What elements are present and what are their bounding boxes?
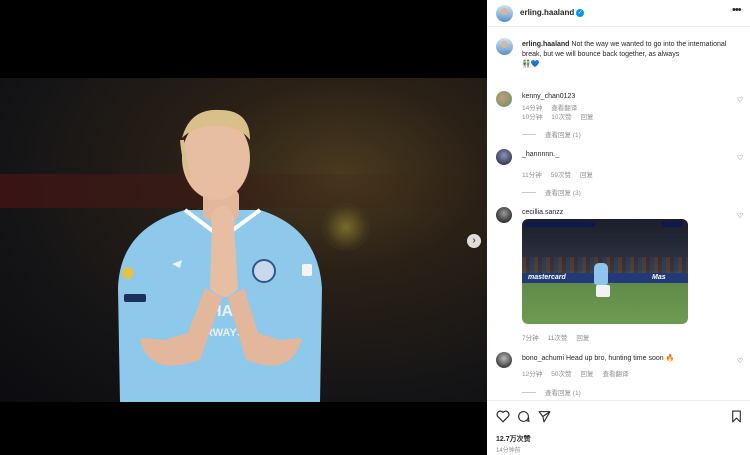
comment-likes[interactable]: 11次赞 bbox=[548, 335, 568, 342]
caption-emoji: 👬💙 bbox=[522, 61, 540, 68]
comment-username[interactable]: cecillia.sanzz bbox=[522, 209, 563, 216]
like-count[interactable]: 12.7万次赞 bbox=[496, 434, 531, 444]
view-replies-link[interactable]: 查看回复 (3) bbox=[522, 187, 581, 197]
comment-time: 11分钟 bbox=[522, 172, 542, 179]
caption-avatar[interactable] bbox=[496, 38, 513, 55]
reply-link[interactable]: 回复 bbox=[576, 335, 589, 342]
heart-icon[interactable]: ♡ bbox=[737, 212, 743, 220]
heart-icon[interactable]: ♡ bbox=[737, 154, 743, 162]
comment-avatar[interactable] bbox=[496, 91, 512, 107]
board-text-right: Mas bbox=[652, 274, 666, 281]
comment-time: 10分钟 bbox=[522, 114, 543, 121]
comment-meta: 12分钟 50次赞 回复 查看翻译 bbox=[522, 368, 637, 378]
view-replies-link[interactable]: 查看回复 (1) bbox=[522, 387, 581, 397]
post-header: erling.haaland ✓ ••• bbox=[487, 0, 750, 27]
comment-meta: 11分钟 59次赞 回复 bbox=[522, 169, 602, 179]
score-overlay bbox=[525, 222, 595, 227]
bookmark-icon[interactable] bbox=[731, 410, 742, 423]
comment-username: bono_achumi Head up bro, hunting time so… bbox=[522, 354, 674, 362]
comment-text: Head up bro, hunting time soon 🔥 bbox=[565, 355, 675, 362]
player-shirt bbox=[594, 263, 608, 285]
reply-link[interactable]: 回复 bbox=[580, 172, 593, 179]
heart-icon[interactable] bbox=[496, 410, 510, 423]
author-name[interactable]: erling.haaland bbox=[520, 8, 574, 17]
comment-time: 7分钟 bbox=[522, 335, 539, 342]
comment-likes[interactable]: 59次赞 bbox=[551, 172, 571, 179]
comment-likes[interactable]: 10次赞 bbox=[551, 114, 571, 121]
divider-line bbox=[522, 191, 536, 193]
comment-likes[interactable]: 50次赞 bbox=[551, 371, 571, 378]
comment-username[interactable]: kenny_chan0123 bbox=[522, 93, 575, 100]
comment-avatar[interactable] bbox=[496, 207, 512, 223]
caption-author[interactable]: erling.haaland bbox=[522, 41, 569, 48]
post-time: 14分钟前 bbox=[496, 448, 521, 454]
player-shorts bbox=[596, 285, 610, 297]
view-replies-label[interactable]: 查看回复 (1) bbox=[545, 387, 581, 397]
share-icon[interactable] bbox=[538, 410, 551, 423]
comment-username-text[interactable]: bono_achumi bbox=[522, 355, 564, 362]
comment-meta: 10分钟 10次赞 回复 bbox=[522, 111, 602, 121]
verified-badge-icon: ✓ bbox=[576, 8, 585, 17]
caption-text: erling.haaland Not the way we wanted to … bbox=[522, 40, 744, 70]
translate-link[interactable]: 查看翻译 bbox=[602, 371, 628, 378]
board-text-left: mastercard bbox=[528, 274, 566, 281]
divider-line bbox=[522, 133, 536, 135]
comment-time: 12分钟 bbox=[522, 371, 543, 378]
author-avatar[interactable] bbox=[496, 5, 513, 22]
comment-username[interactable]: _hannnnn._ bbox=[522, 151, 559, 158]
comment-icon[interactable] bbox=[517, 410, 530, 423]
view-replies-label[interactable]: 查看回复 (1) bbox=[545, 129, 581, 139]
media-pane: HA RWAYS › bbox=[0, 0, 487, 455]
reply-link[interactable]: 回复 bbox=[580, 114, 593, 121]
author-username[interactable]: erling.haaland ✓ bbox=[520, 8, 585, 17]
view-replies-link[interactable]: 查看回复 (1) bbox=[522, 129, 581, 139]
player-figure: HA RWAYS bbox=[118, 109, 322, 402]
comment-avatar[interactable] bbox=[496, 149, 512, 165]
comment-meta: 7分钟 11次赞 回复 bbox=[522, 332, 598, 342]
heart-icon[interactable]: ♡ bbox=[737, 96, 743, 104]
heart-icon[interactable]: ♡ bbox=[737, 357, 743, 365]
post-photo[interactable]: HA RWAYS bbox=[0, 78, 487, 402]
comment-image[interactable]: mastercard Mas bbox=[522, 219, 688, 324]
next-arrow-icon[interactable]: › bbox=[467, 234, 481, 248]
time-overlay bbox=[662, 222, 682, 227]
more-options-icon[interactable]: ••• bbox=[732, 4, 742, 16]
action-bar: 12.7万次赞 14分钟前 bbox=[487, 400, 750, 455]
comments-pane: erling.haaland ✓ ••• erling.haaland Not t… bbox=[487, 0, 750, 455]
view-replies-label[interactable]: 查看回复 (3) bbox=[545, 187, 581, 197]
comment-avatar[interactable] bbox=[496, 352, 512, 368]
divider-line bbox=[522, 391, 536, 393]
reply-link[interactable]: 回复 bbox=[580, 371, 593, 378]
